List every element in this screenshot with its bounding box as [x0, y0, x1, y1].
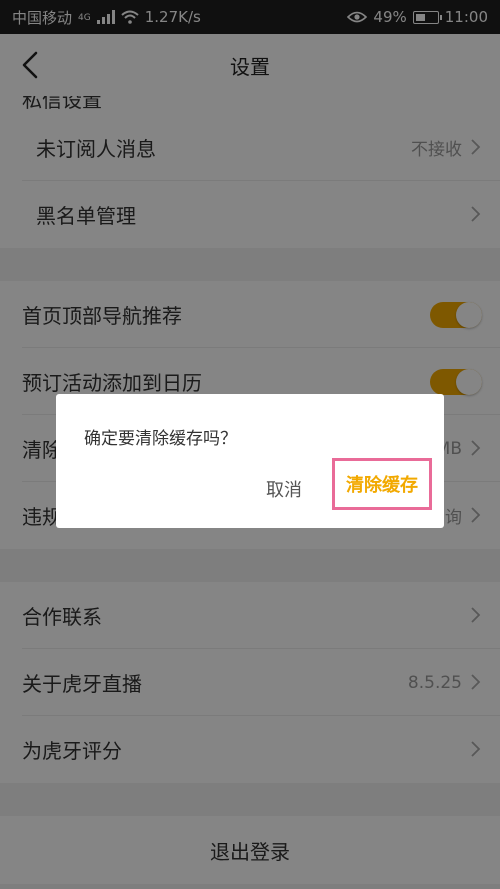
clear-cache-dialog: 确定要清除缓存吗？ 取消 清除缓存: [56, 394, 444, 528]
dialog-message: 确定要清除缓存吗？: [84, 429, 237, 449]
confirm-clear-cache-button[interactable]: 清除缓存: [332, 458, 432, 510]
confirm-label: 清除缓存: [346, 475, 418, 496]
cancel-button[interactable]: 取消: [266, 476, 302, 502]
